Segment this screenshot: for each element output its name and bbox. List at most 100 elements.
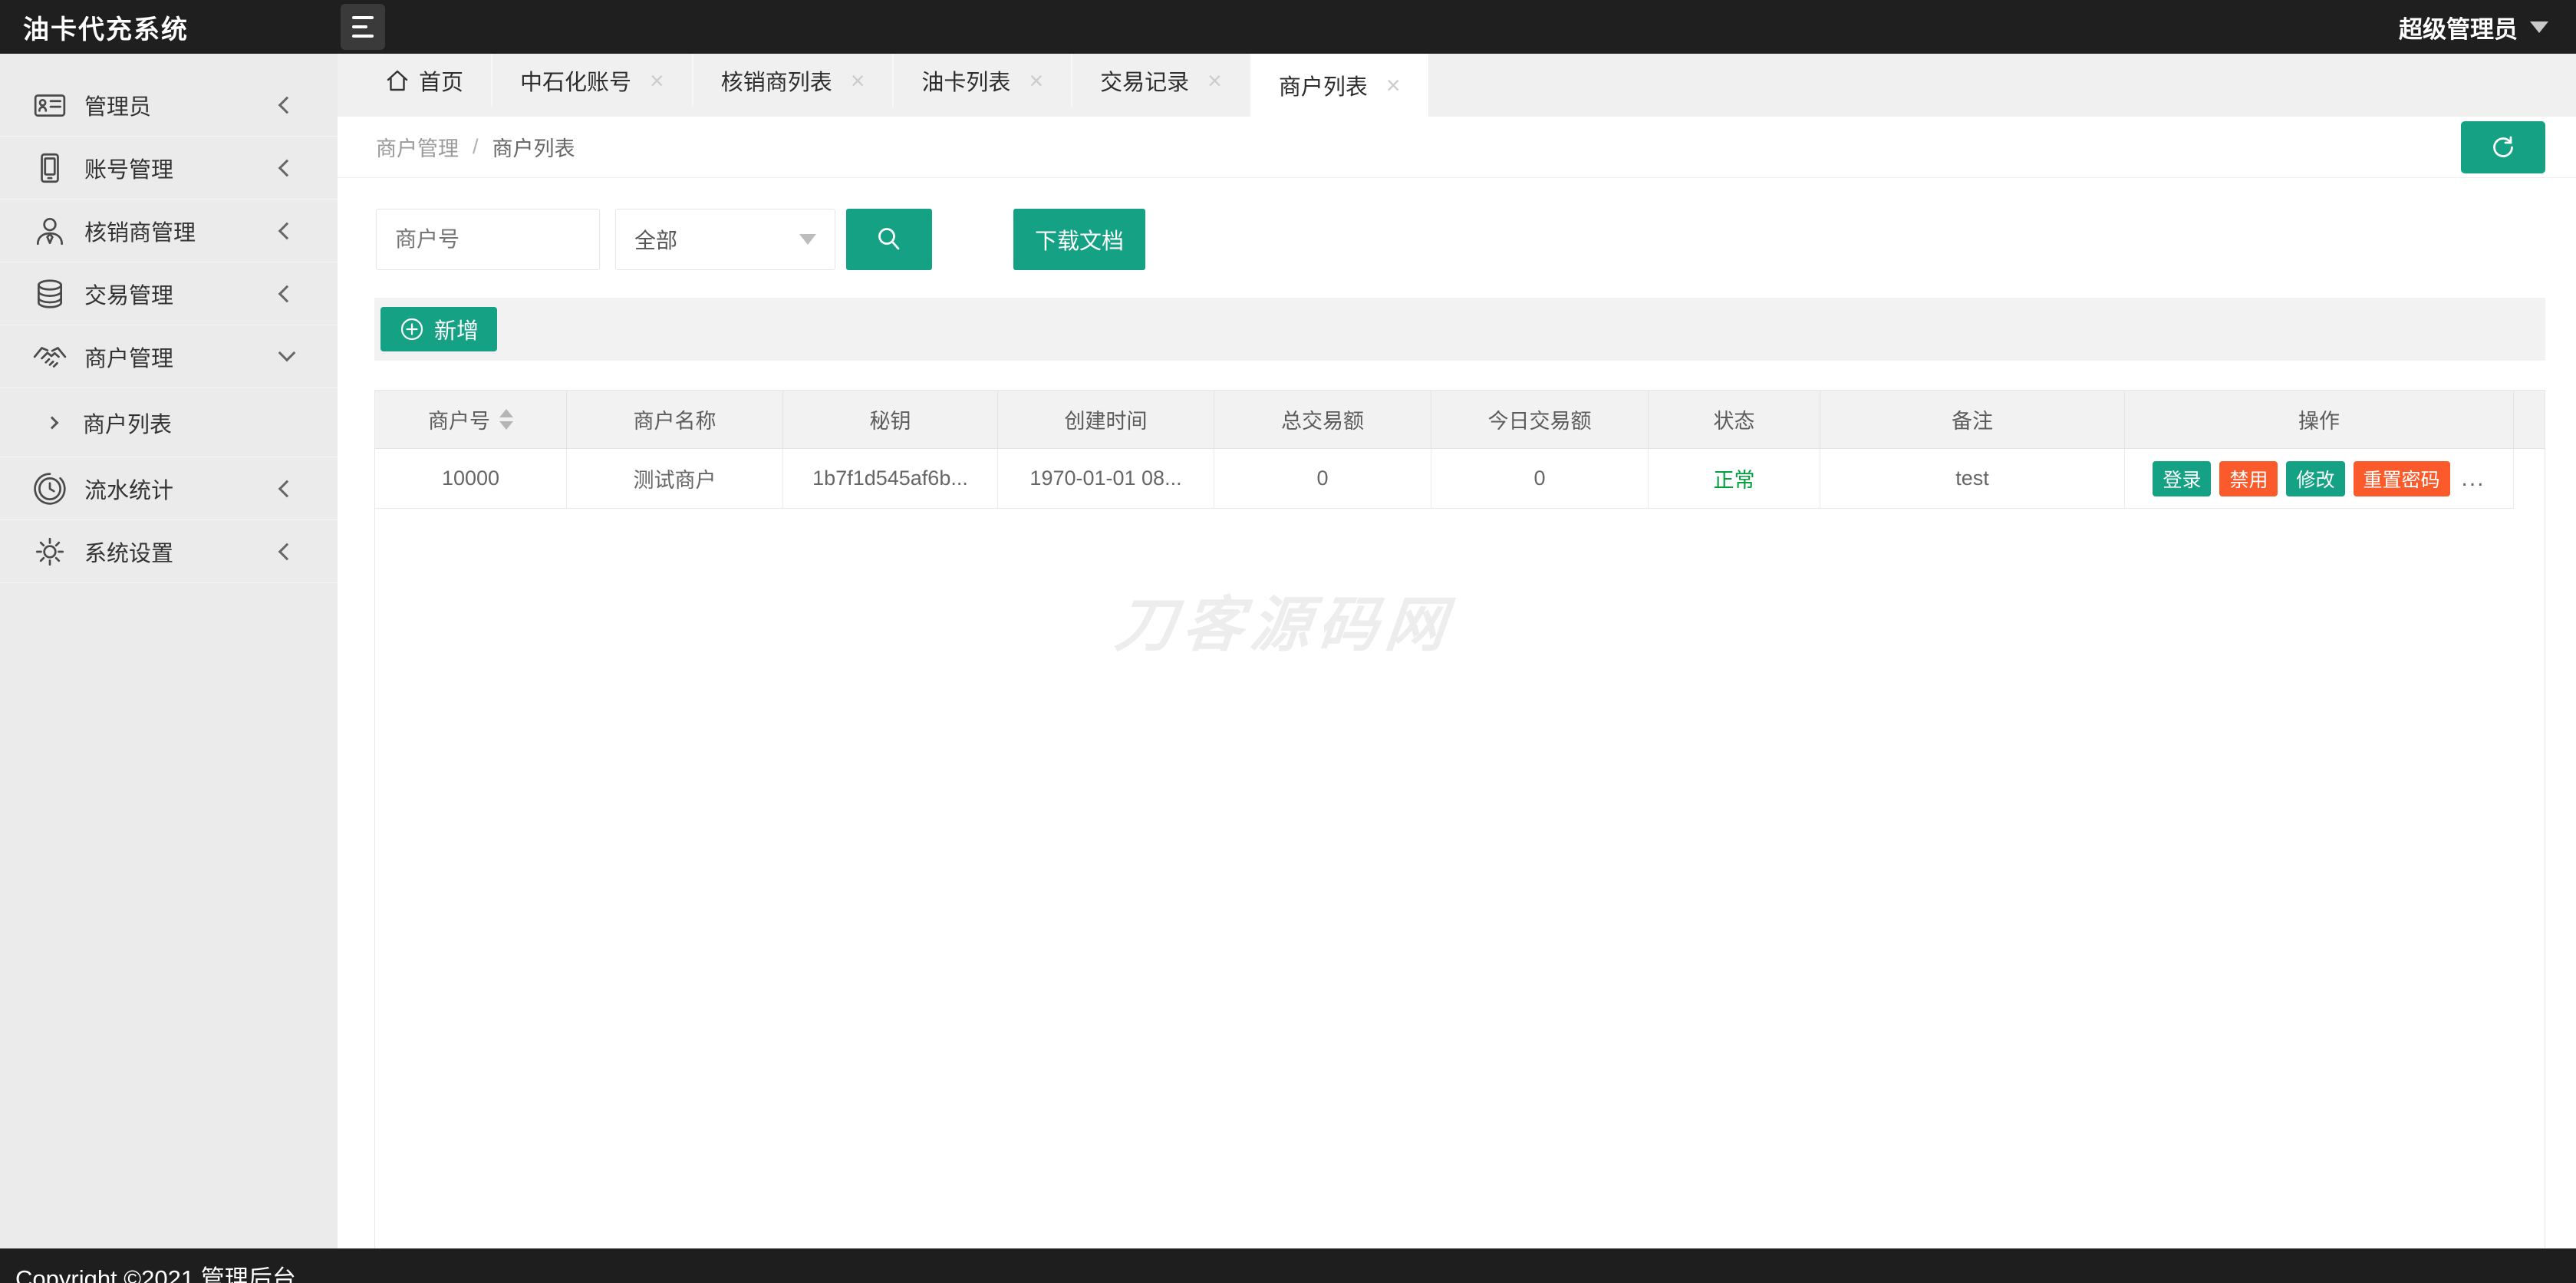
home-icon <box>385 68 410 93</box>
gear-icon <box>32 534 68 569</box>
chevron-down-icon <box>2530 21 2548 33</box>
sidebar-toggle-button[interactable] <box>341 4 385 50</box>
close-icon[interactable]: × <box>1386 73 1401 97</box>
close-icon[interactable]: × <box>1207 68 1222 93</box>
breadcrumb-section: 商户管理 <box>376 137 459 160</box>
search-icon <box>878 228 900 250</box>
cell-merchant-id: 10000 <box>375 449 567 509</box>
sidebar-item-settings[interactable]: 系统设置 <box>0 520 338 583</box>
sidebar-item-label: 交易管理 <box>84 283 174 308</box>
database-icon <box>32 276 68 312</box>
id-card-icon <box>32 87 68 123</box>
footer: Copyright ©2021 管理后台 <box>0 1248 2576 1283</box>
tab-label: 交易记录 <box>1100 71 1190 95</box>
breadcrumb-current: 商户列表 <box>492 137 575 160</box>
sidebar-item-verifiers[interactable]: 核销商管理 <box>0 200 338 262</box>
close-icon[interactable]: × <box>851 68 865 93</box>
sidebar-item-statistics[interactable]: 流水统计 <box>0 457 338 520</box>
sidebar: 管理员 账号管理 核销商管理 交易管理 商户管理 商户列表 流水统计 系统设置 <box>0 54 338 1248</box>
close-icon[interactable]: × <box>1029 68 1043 93</box>
user-icon <box>32 213 68 249</box>
column-header-secret-key: 秘钥 <box>783 391 998 449</box>
tab-label: 油卡列表 <box>921 71 1011 95</box>
column-header-status: 状态 <box>1649 391 1820 449</box>
breadcrumb: 商户管理 / 商户列表 <box>338 117 2576 178</box>
chevron-right-icon <box>45 416 59 429</box>
hamburger-icon <box>352 16 374 19</box>
cell-remark: test <box>1820 449 2125 509</box>
column-header-today-amount: 今日交易额 <box>1431 391 1649 449</box>
copyright-text: Copyright ©2021 管理后台 <box>15 1265 296 1283</box>
cell-secret-key: 1b7f1d545af6b... <box>783 449 998 509</box>
add-button[interactable]: 新增 <box>380 307 498 351</box>
cell-merchant-name: 测试商户 <box>567 449 783 509</box>
main-panel: 商户管理 / 商户列表 全部 下载文档 <box>338 117 2576 1248</box>
phone-icon <box>32 150 68 186</box>
tab-label: 核销商列表 <box>720 71 832 95</box>
tab-sinopec-accounts[interactable]: 中石化账号 × <box>491 54 692 107</box>
tab-home[interactable]: 首页 <box>357 54 491 107</box>
merchant-id-input[interactable] <box>376 209 600 270</box>
column-header-merchant-id[interactable]: 商户号 <box>375 391 567 449</box>
reset-password-button[interactable]: 重置密码 <box>2353 460 2450 496</box>
refresh-button[interactable] <box>2461 121 2545 173</box>
handshake-icon <box>32 339 68 374</box>
filter-bar: 全部 下载文档 <box>338 178 2576 298</box>
sidebar-item-accounts[interactable]: 账号管理 <box>0 137 338 200</box>
column-header-filler <box>2514 391 2545 449</box>
tab-verifier-list[interactable]: 核销商列表 × <box>691 54 893 107</box>
sidebar-item-label: 账号管理 <box>84 157 174 183</box>
table-toolbar: 新增 <box>374 298 2545 361</box>
cell-total-amount: 0 <box>1214 449 1431 509</box>
sidebar-item-transactions[interactable]: 交易管理 <box>0 262 338 325</box>
cell-filler <box>2514 449 2545 509</box>
plus-circle-icon <box>399 316 425 342</box>
status-select[interactable]: 全部 <box>615 209 835 270</box>
gauge-icon <box>32 471 68 506</box>
tab-label: 首页 <box>419 71 464 95</box>
tab-label: 中石化账号 <box>520 71 632 95</box>
column-header-remark: 备注 <box>1820 391 2125 449</box>
breadcrumb-separator: / <box>473 135 479 158</box>
chevron-left-icon <box>278 159 296 176</box>
column-header-total-amount: 总交易额 <box>1214 391 1431 449</box>
user-name: 超级管理员 <box>2399 15 2518 43</box>
login-button[interactable]: 登录 <box>2153 460 2212 496</box>
download-doc-button[interactable]: 下载文档 <box>1013 209 1145 270</box>
table-header-row: 商户号 商户名称 秘钥 创建时间 总交易额 今日交易额 状态 备注 操作 <box>375 391 2545 449</box>
tab-transaction-log[interactable]: 交易记录 × <box>1071 54 1250 107</box>
tab-merchant-list[interactable]: 商户列表 × <box>1249 54 1428 117</box>
sidebar-item-label: 核销商管理 <box>84 220 196 246</box>
sidebar-subitem-merchant-list[interactable]: 商户列表 <box>0 388 338 457</box>
sort-icon[interactable] <box>499 409 513 430</box>
edit-button[interactable]: 修改 <box>2286 460 2345 496</box>
search-button[interactable] <box>846 209 932 270</box>
close-icon[interactable]: × <box>650 68 664 93</box>
sidebar-item-label: 管理员 <box>84 94 152 120</box>
sidebar-item-merchants[interactable]: 商户管理 <box>0 325 338 388</box>
chevron-left-icon <box>278 543 296 560</box>
refresh-icon <box>2493 136 2513 157</box>
sidebar-item-label: 流水统计 <box>84 478 174 503</box>
chevron-left-icon <box>278 480 296 497</box>
merchant-table: 商户号 商户名称 秘钥 创建时间 总交易额 今日交易额 状态 备注 操作 100… <box>374 390 2545 1248</box>
chevron-left-icon <box>278 285 296 302</box>
sidebar-item-label: 商户管理 <box>84 346 174 371</box>
user-menu[interactable]: 超级管理员 <box>2399 10 2548 45</box>
table-row: 10000 测试商户 1b7f1d545af6b... 1970-01-01 0… <box>375 449 2545 509</box>
chevron-left-icon <box>278 96 296 114</box>
column-header-merchant-name: 商户名称 <box>567 391 783 449</box>
tab-label: 商户列表 <box>1278 75 1368 100</box>
sidebar-subitem-label: 商户列表 <box>83 412 173 437</box>
cell-created-at: 1970-01-01 08... <box>998 449 1214 509</box>
disable-button[interactable]: 禁用 <box>2219 460 2278 496</box>
cell-actions: 登录 禁用 修改 重置密码 ... <box>2125 449 2514 509</box>
chevron-left-icon <box>278 222 296 239</box>
status-badge: 正常 <box>1649 449 1820 509</box>
column-header-actions: 操作 <box>2125 391 2514 449</box>
cell-today-amount: 0 <box>1431 449 1649 509</box>
more-actions[interactable]: ... <box>2462 466 2485 492</box>
tab-oilcard-list[interactable]: 油卡列表 × <box>892 54 1071 107</box>
tab-bar: 首页 中石化账号 × 核销商列表 × 油卡列表 × 交易记录 × 商户列表 × <box>338 54 2576 117</box>
sidebar-item-admin[interactable]: 管理员 <box>0 74 338 137</box>
